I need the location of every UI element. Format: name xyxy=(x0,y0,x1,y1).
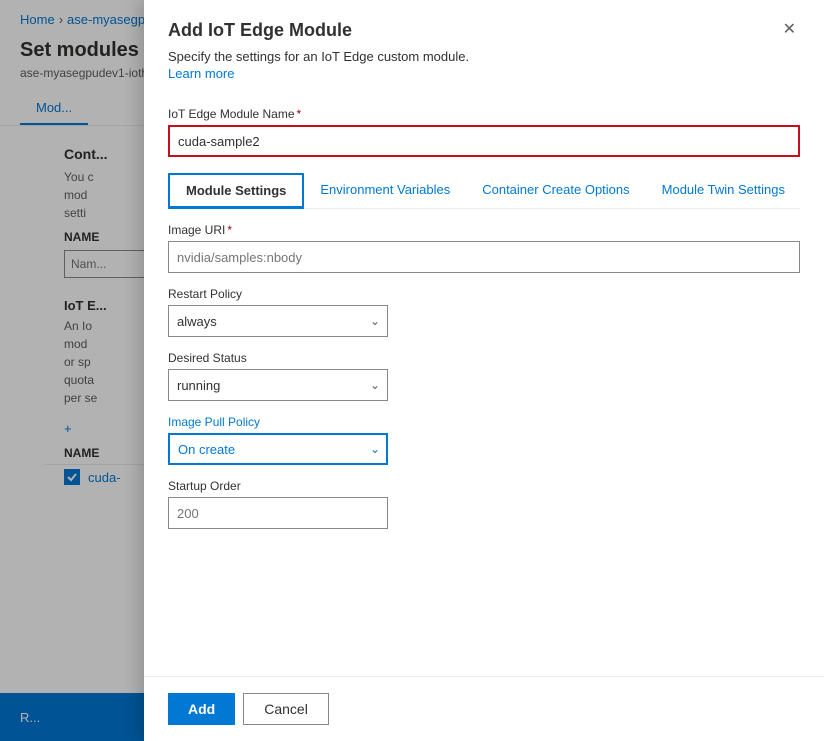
desired-status-select-wrapper: running stopped ⌄ xyxy=(168,369,388,401)
modal-description: Specify the settings for an IoT Edge cus… xyxy=(144,41,824,64)
startup-order-label: Startup Order xyxy=(168,479,800,493)
module-name-input[interactable] xyxy=(168,125,800,157)
startup-order-input[interactable] xyxy=(168,497,388,529)
image-pull-policy-select[interactable]: On create Never xyxy=(168,433,388,465)
tab-env-variables[interactable]: Environment Variables xyxy=(304,174,466,208)
tab-module-twin[interactable]: Module Twin Settings xyxy=(646,174,801,208)
modal-title: Add IoT Edge Module xyxy=(168,20,352,41)
restart-policy-select[interactable]: always never on-failed on-unhealthy xyxy=(168,305,388,337)
settings-tabs: Module Settings Environment Variables Co… xyxy=(168,173,800,209)
add-iot-module-modal: Add IoT Edge Module ✕ Specify the settin… xyxy=(144,0,824,741)
image-pull-policy-label: Image Pull Policy xyxy=(168,415,800,429)
modal-header: Add IoT Edge Module ✕ xyxy=(144,0,824,41)
tab-container-create[interactable]: Container Create Options xyxy=(466,174,645,208)
restart-policy-select-wrapper: always never on-failed on-unhealthy ⌄ xyxy=(168,305,388,337)
image-uri-label: Image URI* xyxy=(168,223,800,237)
add-button[interactable]: Add xyxy=(168,693,235,725)
modal-body: IoT Edge Module Name* Module Settings En… xyxy=(144,93,824,676)
modal-footer: Add Cancel xyxy=(144,676,824,741)
modal-close-button[interactable]: ✕ xyxy=(779,20,800,40)
image-pull-policy-select-wrapper: On create Never ⌄ xyxy=(168,433,388,465)
image-uri-input[interactable] xyxy=(168,241,800,273)
module-name-label: IoT Edge Module Name* xyxy=(168,107,800,121)
module-name-input-wrapper xyxy=(168,125,800,157)
modal-learn-more-link[interactable]: Learn more xyxy=(144,64,824,93)
restart-policy-label: Restart Policy xyxy=(168,287,800,301)
tab-module-settings[interactable]: Module Settings xyxy=(168,173,304,209)
desired-status-label: Desired Status xyxy=(168,351,800,365)
desired-status-select[interactable]: running stopped xyxy=(168,369,388,401)
cancel-button[interactable]: Cancel xyxy=(243,693,329,725)
